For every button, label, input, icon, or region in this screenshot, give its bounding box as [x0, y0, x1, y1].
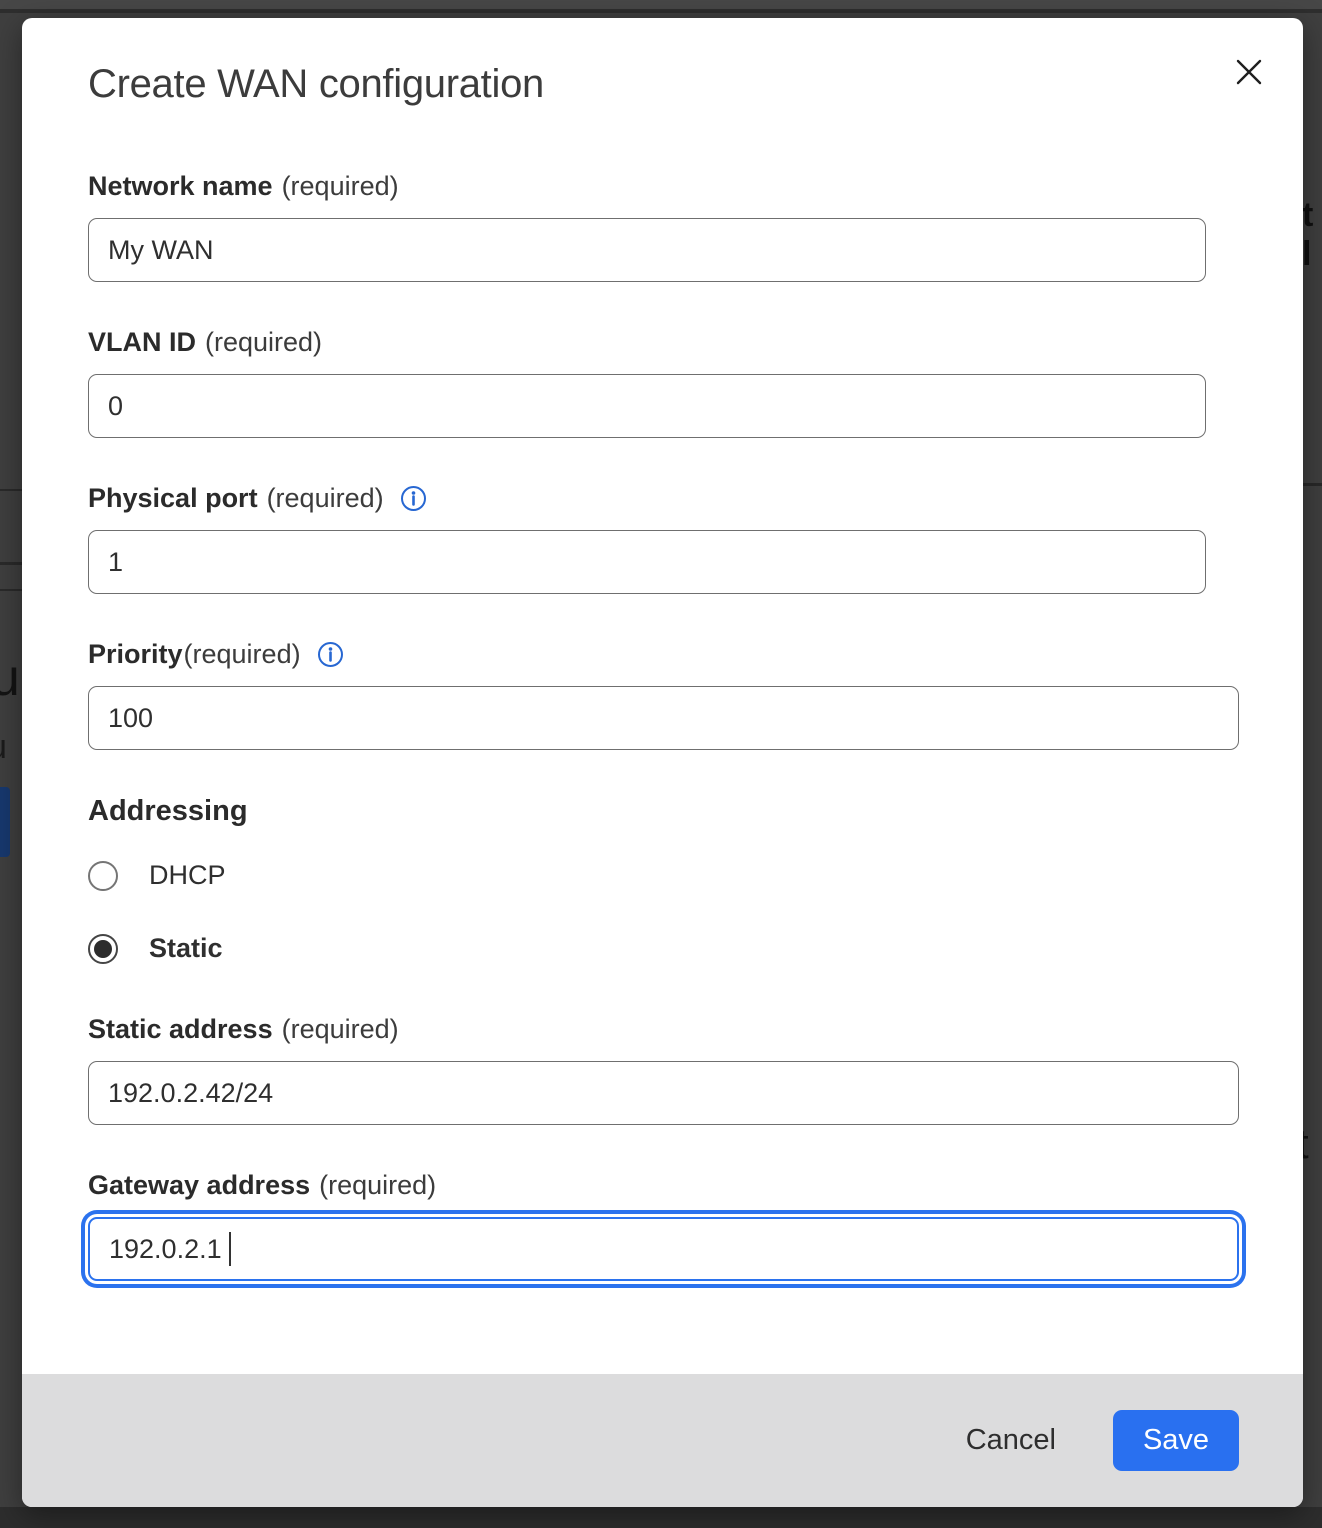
x-glyph	[1231, 54, 1267, 90]
save-button[interactable]: Save	[1113, 1410, 1239, 1471]
create-wan-configuration-dialog: Create WAN configuration Network name (r…	[22, 18, 1303, 1507]
field-label-row: Network name (required)	[88, 171, 1239, 202]
field-label-row: Physical port (required)	[88, 483, 1239, 514]
field-label: Static address	[88, 1014, 273, 1045]
required-hint: (required)	[267, 483, 384, 514]
gateway-address-input[interactable]	[88, 1217, 1239, 1281]
backdrop-button-fragment	[0, 787, 10, 857]
required-hint: (required)	[282, 171, 399, 202]
field-label: Network name	[88, 171, 273, 202]
required-hint: (required)	[319, 1170, 436, 1201]
radio-button-dhcp[interactable]	[88, 861, 118, 891]
addressing-heading: Addressing	[88, 795, 1239, 828]
field-label: Priority	[88, 639, 183, 670]
required-hint: (required)	[205, 327, 322, 358]
backdrop-bottom-strip	[0, 1507, 1322, 1528]
field-network-name: Network name (required)	[88, 171, 1239, 282]
field-label: VLAN ID	[88, 327, 196, 358]
cancel-button[interactable]: Cancel	[966, 1424, 1056, 1457]
dialog-title: Create WAN configuration	[88, 62, 1239, 107]
backdrop-top-band	[0, 0, 1322, 13]
required-hint: (required)	[282, 1014, 399, 1045]
close-icon[interactable]	[1229, 52, 1269, 92]
field-static-address: Static address (required)	[88, 1014, 1239, 1125]
gateway-input-wrapper	[88, 1217, 1239, 1281]
required-hint: (required)	[184, 639, 301, 670]
field-label-row: Gateway address (required)	[88, 1170, 1239, 1201]
field-label-row: Priority (required)	[88, 639, 1239, 670]
backdrop-text-fragment: u	[0, 728, 7, 767]
static-address-input[interactable]	[88, 1061, 1239, 1125]
radio-option-static[interactable]: Static	[88, 933, 1239, 964]
radio-button-static[interactable]	[88, 934, 118, 964]
radio-label[interactable]: DHCP	[149, 860, 226, 891]
backdrop-text-fragment: t l	[1302, 196, 1322, 274]
priority-input[interactable]	[88, 686, 1239, 750]
field-gateway-address: Gateway address (required)	[88, 1170, 1239, 1281]
info-icon[interactable]	[400, 485, 427, 512]
backdrop-text-fragment: gu	[0, 648, 20, 708]
field-vlan-id: VLAN ID (required)	[88, 327, 1239, 438]
physical-port-input[interactable]	[88, 530, 1206, 594]
network-name-input[interactable]	[88, 218, 1206, 282]
field-physical-port: Physical port (required)	[88, 483, 1239, 594]
dialog-footer: Cancel Save	[22, 1374, 1303, 1507]
radio-label[interactable]: Static	[149, 933, 223, 964]
field-label: Physical port	[88, 483, 258, 514]
dialog-body: Create WAN configuration Network name (r…	[22, 18, 1303, 1374]
field-priority: Priority (required)	[88, 639, 1239, 750]
field-label-row: VLAN ID (required)	[88, 327, 1239, 358]
radio-option-dhcp[interactable]: DHCP	[88, 860, 1239, 891]
field-label: Gateway address	[88, 1170, 310, 1201]
info-icon[interactable]	[317, 641, 344, 668]
field-label-row: Static address (required)	[88, 1014, 1239, 1045]
text-cursor	[229, 1232, 231, 1266]
vlan-id-input[interactable]	[88, 374, 1206, 438]
backdrop-line	[1300, 483, 1322, 486]
